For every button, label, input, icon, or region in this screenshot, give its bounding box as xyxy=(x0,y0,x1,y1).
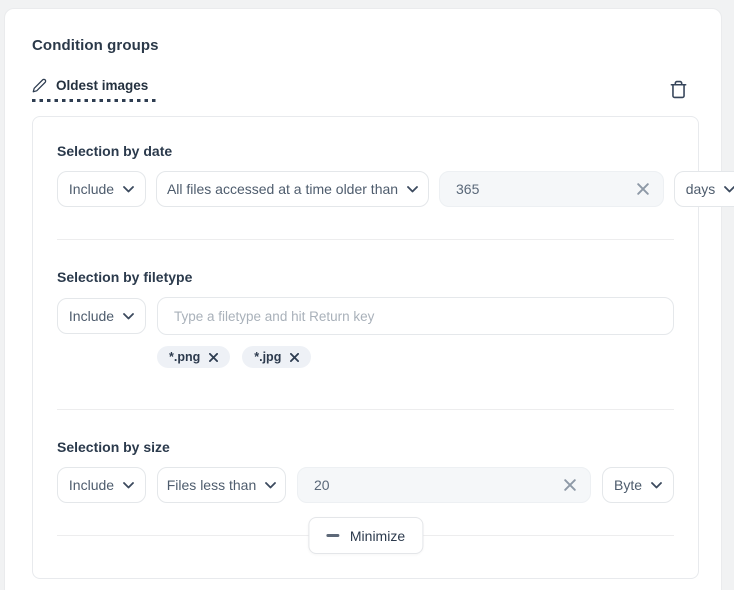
clear-size-amount-icon[interactable] xyxy=(564,479,576,491)
date-condition-select[interactable]: All files accessed at a time older than xyxy=(156,171,429,207)
remove-chip-icon[interactable] xyxy=(290,353,299,362)
minimize-label: Minimize xyxy=(350,528,405,544)
delete-group-button[interactable] xyxy=(666,77,690,101)
filetype-chips: *.png *.jpg xyxy=(157,346,674,368)
chevron-down-icon xyxy=(123,313,134,320)
date-condition-row: Include All files accessed at a time old… xyxy=(57,171,674,207)
chevron-down-icon xyxy=(724,186,734,193)
filetype-input[interactable] xyxy=(174,309,657,324)
remove-chip-icon[interactable] xyxy=(209,353,218,362)
size-include-select[interactable]: Include xyxy=(57,467,146,503)
section-label-filetype: Selection by filetype xyxy=(57,269,674,286)
group-name-label: Oldest images xyxy=(56,77,148,94)
date-condition-value: All files accessed at a time older than xyxy=(167,181,398,197)
size-condition-row: Include Files less than xyxy=(57,467,674,503)
divider xyxy=(57,409,674,410)
size-condition-select[interactable]: Files less than xyxy=(157,467,286,503)
filetype-condition-row: Include xyxy=(57,297,674,335)
chevron-down-icon xyxy=(123,482,134,489)
clear-date-amount-icon[interactable] xyxy=(637,183,649,195)
date-amount-field xyxy=(439,171,664,207)
filetype-chip-png: *.png xyxy=(157,346,230,368)
condition-groups-card: Condition groups Oldest images Selection… xyxy=(4,8,722,590)
chevron-down-icon xyxy=(651,482,662,489)
size-condition-value: Files less than xyxy=(167,477,256,493)
date-include-select[interactable]: Include xyxy=(57,171,146,207)
condition-group-body: Selection by date Include All files acce… xyxy=(32,116,699,579)
group-name[interactable]: Oldest images xyxy=(32,77,148,102)
filetype-include-value: Include xyxy=(69,308,114,324)
page-title: Condition groups xyxy=(32,37,699,55)
size-unit-value: Byte xyxy=(614,477,642,493)
page: Condition groups Oldest images Selection… xyxy=(0,0,734,590)
chevron-down-icon xyxy=(407,186,418,193)
minus-icon xyxy=(326,534,339,537)
minimize-row: Minimize xyxy=(57,517,674,554)
chevron-down-icon xyxy=(265,482,276,489)
minimize-button[interactable]: Minimize xyxy=(308,517,423,554)
size-amount-input[interactable] xyxy=(314,477,564,493)
date-unit-value: days xyxy=(686,181,716,197)
chevron-down-icon xyxy=(123,186,134,193)
date-amount-input[interactable] xyxy=(456,181,637,197)
edit-pencil-icon[interactable] xyxy=(32,78,47,93)
chip-label: *.png xyxy=(169,350,200,364)
size-unit-select[interactable]: Byte xyxy=(602,467,674,503)
size-include-value: Include xyxy=(69,477,114,493)
group-header: Oldest images xyxy=(32,77,699,102)
section-label-size: Selection by size xyxy=(57,439,674,456)
chip-label: *.jpg xyxy=(254,350,281,364)
divider xyxy=(57,239,674,240)
date-unit-select[interactable]: days xyxy=(674,171,734,207)
filetype-include-select[interactable]: Include xyxy=(57,298,146,334)
section-label-date: Selection by date xyxy=(57,143,674,160)
filetype-chip-jpg: *.jpg xyxy=(242,346,311,368)
date-include-value: Include xyxy=(69,181,114,197)
size-amount-field xyxy=(297,467,591,503)
filetype-field xyxy=(157,297,674,335)
trash-icon xyxy=(669,80,688,99)
